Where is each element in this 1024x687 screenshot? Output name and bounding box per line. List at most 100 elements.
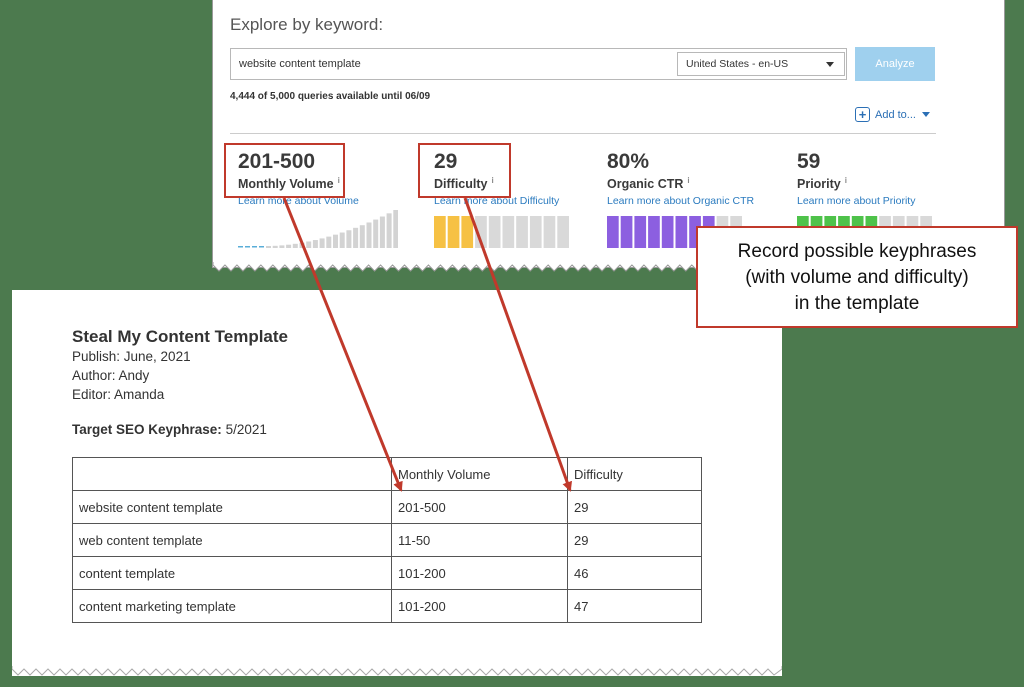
ctr-meter-segment [634, 216, 647, 248]
difficulty-meter-segment [475, 216, 487, 248]
table-cell: 29 [567, 523, 702, 557]
explore-title: Explore by keyword: [230, 15, 384, 34]
volume-highlight-box [224, 143, 345, 198]
plus-icon: + [855, 107, 870, 122]
difficulty-bar-meter [434, 216, 569, 248]
table-header-cell: Difficulty [567, 457, 702, 491]
table-cell: website content template [72, 490, 392, 524]
callout-line: in the template [794, 293, 920, 314]
volume-bar [286, 244, 292, 248]
difficulty-meter-segment [434, 216, 446, 248]
add-to-button[interactable]: + Add to... [855, 107, 930, 122]
volume-bar [353, 227, 359, 248]
table-header-cell: Monthly Volume [391, 457, 568, 491]
ctr-meter-segment [675, 216, 688, 248]
table-row: content template 101-200 46 [72, 556, 702, 590]
volume-bar [339, 232, 345, 248]
search-field[interactable]: United States - en-US [230, 48, 847, 80]
table-row: content marketing template 101-200 47 [72, 589, 702, 623]
table-cell: 101-200 [391, 556, 568, 590]
volume-bar [292, 243, 298, 248]
table-cell: 47 [567, 589, 702, 623]
ctr-meter-segment [607, 216, 619, 248]
volume-bar [326, 236, 332, 248]
table-cell: 46 [567, 556, 702, 590]
metric-label: Organic CTR i [607, 176, 754, 191]
volume-baseline-segment [259, 246, 264, 248]
annotation-callout: Record possible keyphrases (with volume … [696, 226, 1018, 328]
difficulty-meter-segment [447, 216, 460, 248]
callout-line: Record possible keyphrases [737, 241, 977, 262]
keyphrase-value: 5/2021 [221, 422, 267, 437]
callout-line: (with volume and difficulty) [745, 267, 969, 288]
caret-down-icon [921, 112, 930, 117]
table-row: web content template 11-50 29 [72, 523, 702, 557]
table-cell: web content template [72, 523, 392, 557]
learn-more-priority-link[interactable]: Learn more about Priority [797, 195, 915, 207]
torn-edge [12, 666, 782, 676]
volume-bar [333, 234, 338, 248]
difficulty-meter-segment [488, 216, 501, 248]
locale-dropdown-value: United States - en-US [686, 58, 789, 70]
doc-title: Steal My Content Template [72, 327, 288, 346]
table-row: website content template 201-500 29 [72, 490, 702, 524]
content-template-document: Steal My Content Template Publish: June,… [12, 290, 782, 676]
volume-bar [279, 245, 285, 248]
volume-bar [266, 246, 271, 248]
doc-publish-date: Publish: June, 2021 [72, 349, 191, 364]
table-cell: content template [72, 556, 392, 590]
query-quota-text: 4,444 of 5,000 queries available until 0… [230, 91, 431, 102]
keyphrase-table: Monthly Volume Difficulty website conten… [72, 457, 702, 623]
info-icon[interactable]: i [687, 176, 689, 185]
metric-label-text: Organic CTR [607, 177, 684, 192]
table-header-cell [72, 457, 392, 491]
learn-more-ctr-link[interactable]: Learn more about Organic CTR [607, 195, 754, 207]
volume-bar-meter [238, 210, 398, 248]
info-icon[interactable]: i [845, 176, 847, 185]
difficulty-meter-segment [529, 216, 542, 248]
add-to-label: Add to... [875, 108, 916, 121]
ctr-meter-segment [620, 216, 633, 248]
difficulty-meter-segment [557, 216, 569, 248]
chevron-down-icon [826, 62, 834, 67]
difficulty-meter-segment [543, 216, 556, 248]
metric-value: 80% [607, 150, 650, 173]
volume-bar [373, 219, 379, 248]
doc-editor: Editor: Amanda [72, 387, 165, 402]
metric-label-text: Priority [797, 177, 841, 192]
analyze-button[interactable]: Analyze [855, 47, 935, 81]
metric-value: 59 [797, 150, 821, 173]
table-header-row: Monthly Volume Difficulty [72, 457, 702, 491]
volume-baseline-segment [245, 246, 250, 248]
table-cell: 11-50 [391, 523, 568, 557]
volume-bar [379, 216, 385, 248]
metric-priority: 59 Priority i Learn more about Priority [797, 150, 915, 207]
volume-bar [366, 222, 372, 248]
difficulty-highlight-box [418, 143, 511, 198]
volume-bar [386, 213, 392, 248]
metric-organic-ctr: 80% Organic CTR i Learn more about Organi… [607, 150, 754, 207]
volume-bar [359, 225, 365, 248]
volume-bar [312, 240, 318, 248]
doc-author: Author: Andy [72, 368, 150, 383]
table-cell: 201-500 [391, 490, 568, 524]
doc-target-keyphrase: Target SEO Keyphrase: 5/2021 [72, 422, 267, 437]
volume-baseline-segment [238, 246, 243, 248]
volume-bar [393, 210, 398, 248]
table-cell: 101-200 [391, 589, 568, 623]
keyword-search-input[interactable] [239, 49, 659, 79]
table-cell: 29 [567, 490, 702, 524]
ctr-meter-segment [661, 216, 674, 248]
locale-dropdown[interactable]: United States - en-US [677, 52, 845, 76]
volume-bar [299, 242, 305, 248]
volume-bar [306, 241, 312, 248]
difficulty-meter-segment [461, 216, 474, 248]
volume-baseline-segment [252, 246, 257, 248]
difficulty-meter-segment [516, 216, 528, 248]
table-cell: content marketing template [72, 589, 392, 623]
divider [230, 133, 936, 134]
difficulty-meter-segment [502, 216, 515, 248]
volume-bar [272, 245, 278, 248]
ctr-meter-segment [648, 216, 660, 248]
volume-bar [319, 238, 325, 248]
